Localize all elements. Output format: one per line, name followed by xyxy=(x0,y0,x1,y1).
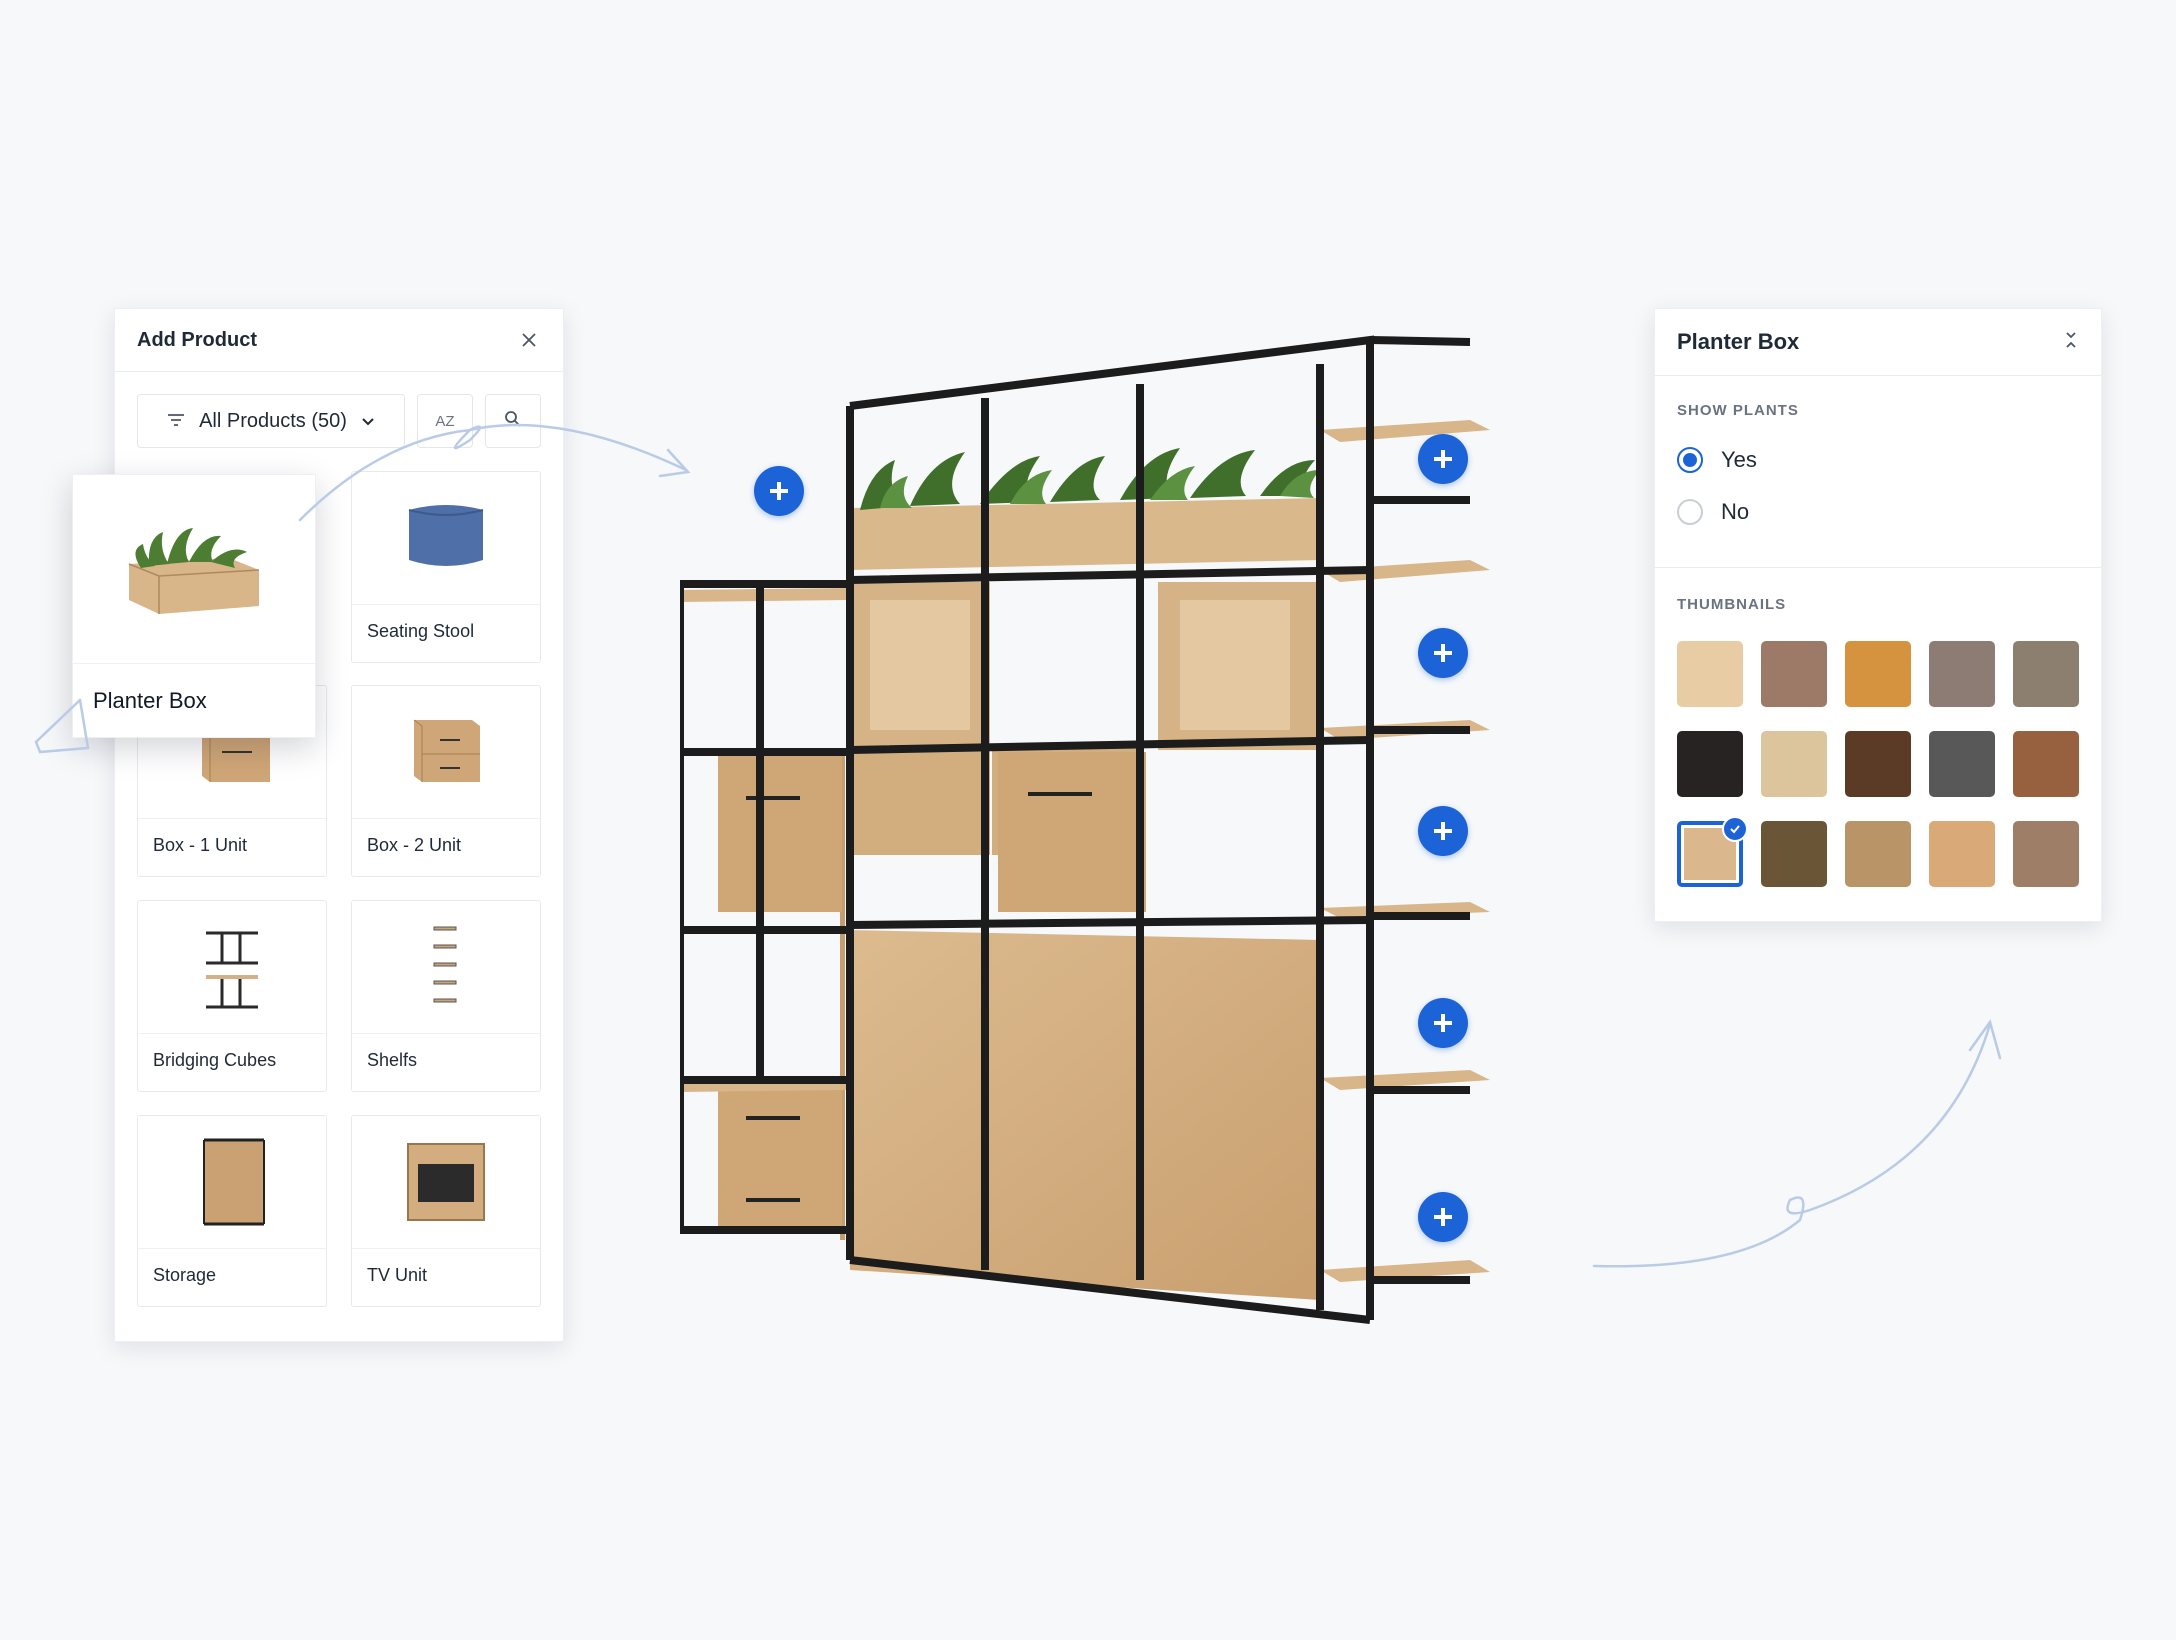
material-swatch[interactable] xyxy=(2013,641,2079,707)
shelfs-thumbnail xyxy=(352,901,540,1034)
product-label: Seating Stool xyxy=(367,621,475,641)
section-label: THUMBNAILS xyxy=(1677,596,1787,613)
dragged-product-label: Planter Box xyxy=(93,688,207,713)
dragged-product-card[interactable]: Planter Box xyxy=(72,474,316,738)
product-card[interactable]: Box - 2 Unit xyxy=(351,685,541,877)
material-swatch[interactable] xyxy=(1761,641,1827,707)
tv-unit-thumbnail xyxy=(352,1116,540,1249)
radio-label: No xyxy=(1721,499,1750,524)
material-swatch[interactable] xyxy=(1761,821,1827,887)
material-swatch[interactable] xyxy=(1677,731,1743,797)
shelving-3d-scene[interactable] xyxy=(676,320,1580,1340)
bridging-cubes-thumbnail xyxy=(138,901,326,1034)
material-swatch[interactable] xyxy=(1929,821,1995,887)
swatch-grid xyxy=(1677,641,2079,887)
filter-dropdown[interactable]: All Products (50) xyxy=(137,394,405,448)
material-swatch[interactable] xyxy=(1845,821,1911,887)
material-swatch[interactable] xyxy=(1677,641,1743,707)
seating-stool-thumbnail xyxy=(352,472,540,605)
search-button[interactable] xyxy=(485,394,541,448)
radio-button[interactable] xyxy=(1677,499,1703,525)
chevron-down-icon xyxy=(361,410,375,433)
add-point-plus-icon[interactable] xyxy=(754,466,804,516)
add-point-plus-icon[interactable] xyxy=(1418,998,1468,1048)
collapse-icon[interactable] xyxy=(2063,329,2079,356)
material-swatch[interactable] xyxy=(1761,731,1827,797)
product-card[interactable]: Seating Stool xyxy=(351,471,541,663)
material-swatch[interactable] xyxy=(1929,641,1995,707)
panel-title: Add Product xyxy=(137,328,257,351)
box-2-unit-thumbnail xyxy=(352,686,540,819)
material-swatch[interactable] xyxy=(2013,731,2079,797)
sort-az-icon: AZ xyxy=(435,412,455,430)
radio-option-no[interactable]: No xyxy=(1677,499,2079,525)
checkmark-icon xyxy=(1722,816,1748,842)
product-card[interactable]: Shelfs xyxy=(351,900,541,1092)
search-icon xyxy=(504,410,522,432)
filter-label: All Products (50) xyxy=(199,409,347,432)
config-header: Planter Box xyxy=(1655,309,2101,376)
add-point-plus-icon[interactable] xyxy=(1418,806,1468,856)
product-label: Shelfs xyxy=(367,1050,418,1070)
radio-button[interactable] xyxy=(1677,447,1703,473)
filter-icon xyxy=(167,410,185,433)
product-card[interactable]: Bridging Cubes xyxy=(137,900,327,1092)
close-icon[interactable] xyxy=(517,328,541,352)
add-product-panel: Add Product All Products (50) AZ Seating… xyxy=(114,308,564,1342)
product-label: Bridging Cubes xyxy=(153,1050,277,1070)
material-swatch-selected[interactable] xyxy=(1677,816,1748,887)
add-point-plus-icon[interactable] xyxy=(1418,1192,1468,1242)
product-toolbar: All Products (50) AZ xyxy=(137,394,541,448)
thumbnails-section: THUMBNAILS xyxy=(1655,568,2101,887)
add-product-header: Add Product xyxy=(115,309,563,372)
section-label: SHOW PLANTS xyxy=(1677,402,1799,419)
storage-thumbnail xyxy=(138,1116,326,1249)
planter-box-thumbnail xyxy=(73,475,315,664)
show-plants-section: SHOW PLANTS Yes No xyxy=(1655,376,2101,568)
material-swatch[interactable] xyxy=(1929,731,1995,797)
add-point-plus-icon[interactable] xyxy=(1418,628,1468,678)
product-card[interactable]: Storage xyxy=(137,1115,327,1307)
config-title: Planter Box xyxy=(1677,329,1800,354)
material-swatch[interactable] xyxy=(2013,821,2079,887)
radio-option-yes[interactable]: Yes xyxy=(1677,447,2079,473)
material-swatch[interactable] xyxy=(1845,641,1911,707)
product-config-panel: Planter Box SHOW PLANTS Yes No THUMBNAIL… xyxy=(1654,308,2102,922)
product-label: TV Unit xyxy=(367,1265,428,1285)
radio-label: Yes xyxy=(1721,447,1757,472)
product-label: Storage xyxy=(153,1265,217,1285)
product-label: Box - 1 Unit xyxy=(153,835,248,855)
product-card[interactable]: TV Unit xyxy=(351,1115,541,1307)
add-point-plus-icon[interactable] xyxy=(1418,434,1468,484)
sort-button[interactable]: AZ xyxy=(417,394,473,448)
material-swatch[interactable] xyxy=(1845,731,1911,797)
product-label: Box - 2 Unit xyxy=(367,835,462,855)
